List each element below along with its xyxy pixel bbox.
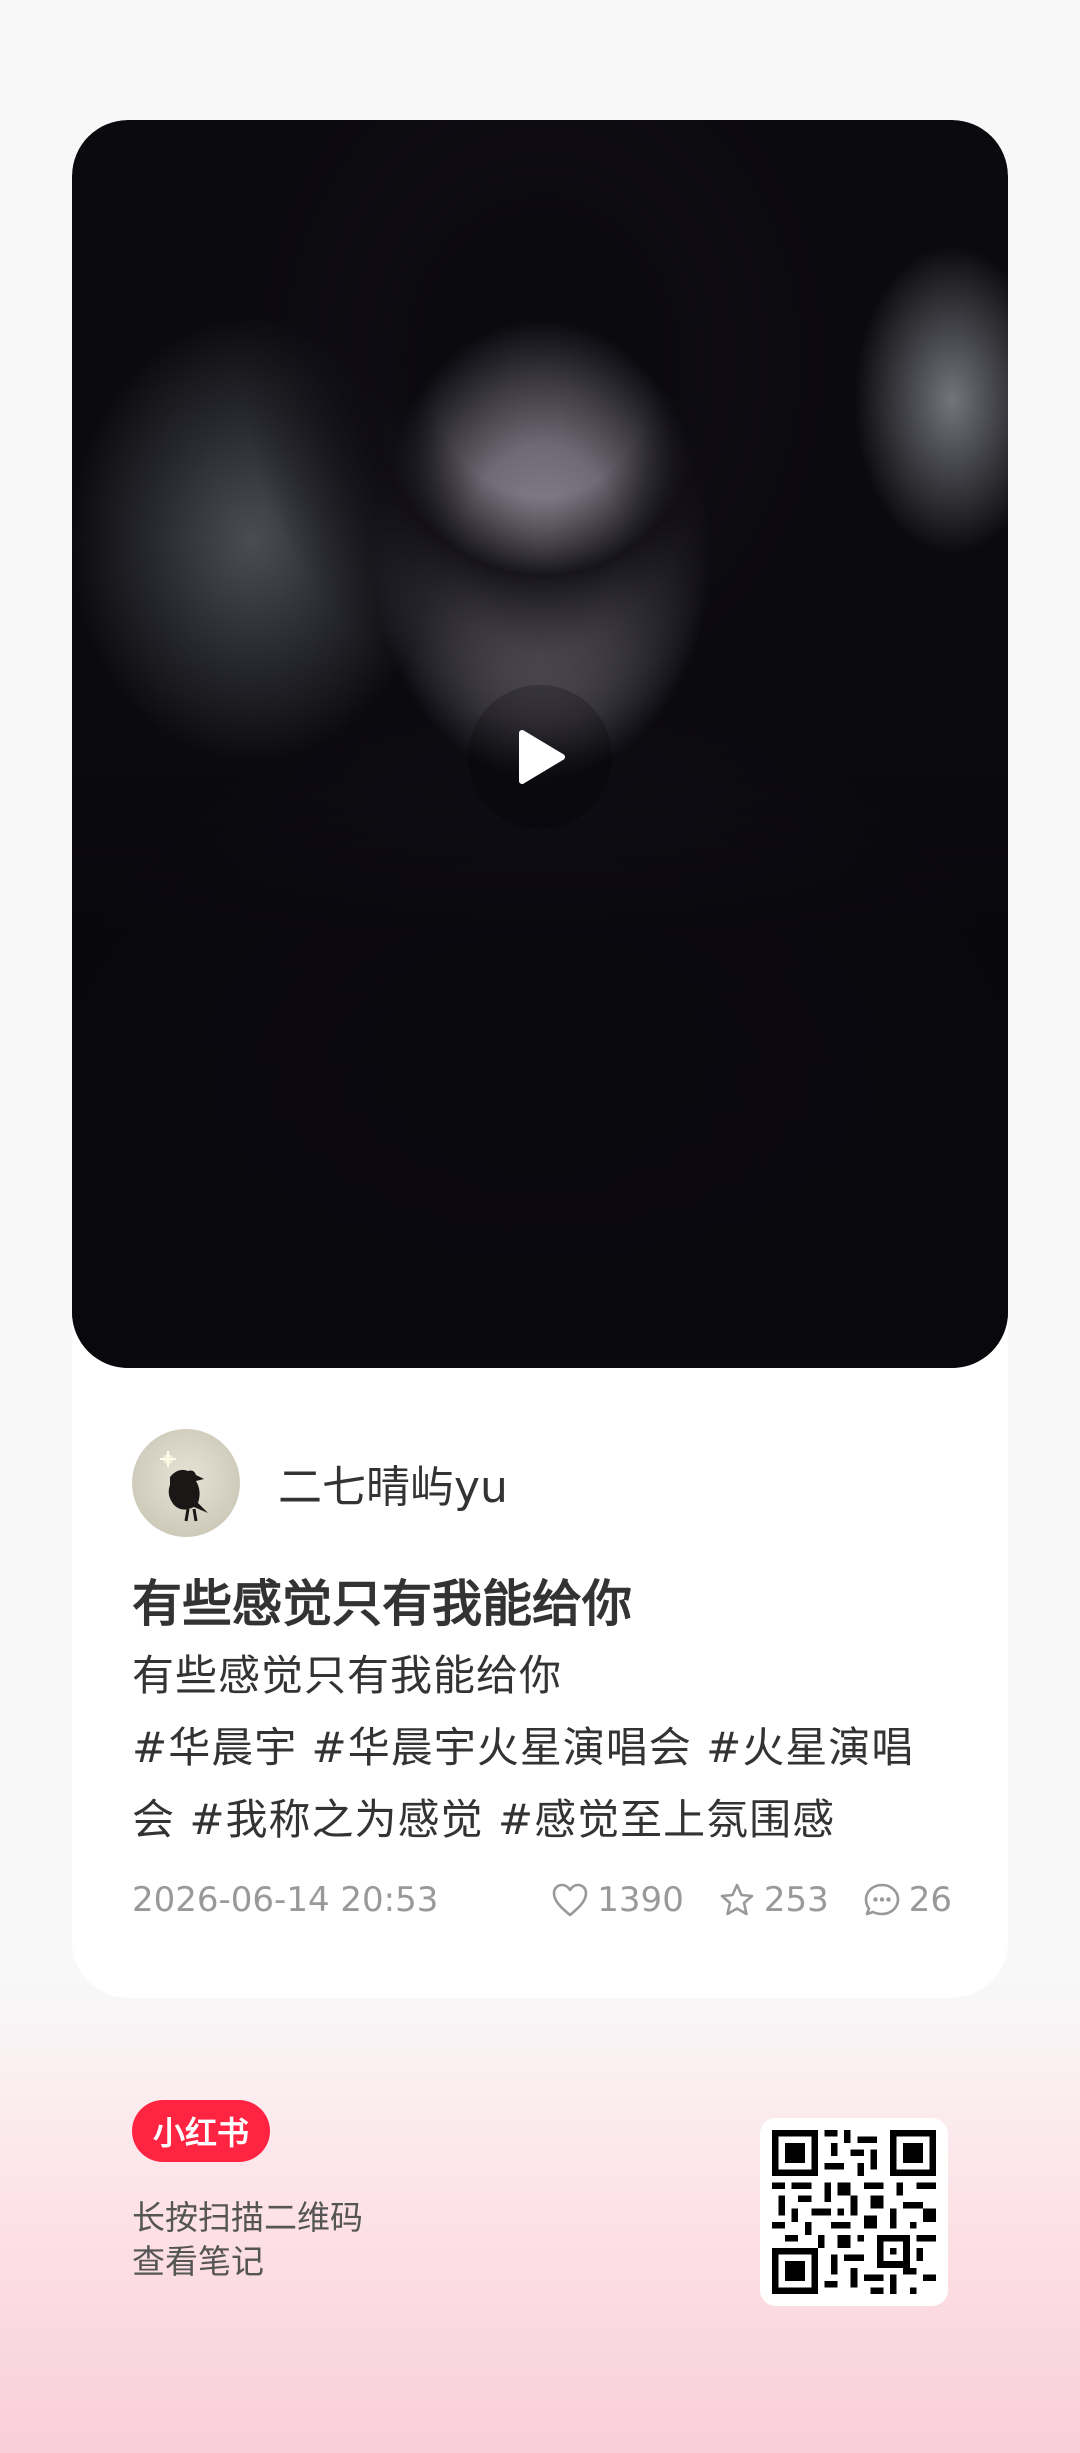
video-cover[interactable] bbox=[72, 120, 1008, 1368]
cover-shade-bottom bbox=[72, 740, 1008, 1368]
collect-count-value: 253 bbox=[763, 1880, 829, 1920]
post-date: 2026-06-14 20:53 bbox=[132, 1880, 439, 1920]
star-icon bbox=[720, 1883, 754, 1916]
play-icon bbox=[519, 730, 565, 784]
author-row[interactable]: 二七晴屿yu bbox=[132, 1428, 508, 1538]
post-body: 有些感觉只有我能给你 #华晨宇 #华晨宇火星演唱会 #火星演唱会 #我称之为感觉… bbox=[132, 1640, 952, 1856]
heart-icon bbox=[552, 1883, 588, 1917]
xiaohongshu-logo: 小红书 bbox=[132, 2100, 270, 2162]
post-tags[interactable]: #华晨宇 #华晨宇火星演唱会 #火星演唱会 #我称之为感觉 #感觉至上氛围感 bbox=[132, 1712, 952, 1856]
post-meta: 2026-06-14 20:53 1390 253 26 bbox=[132, 1876, 952, 1924]
scan-prompt-line2: 查看笔记 bbox=[132, 2242, 264, 2281]
like-count-value: 1390 bbox=[597, 1880, 684, 1920]
post-body-text: 有些感觉只有我能给你 bbox=[132, 1651, 563, 1700]
comment-bubble-icon bbox=[864, 1883, 900, 1916]
qr-code-icon bbox=[772, 2130, 936, 2294]
note-card: 二七晴屿yu 有些感觉只有我能给你 有些感觉只有我能给你 #华晨宇 #华晨宇火星… bbox=[72, 120, 1008, 1998]
play-button[interactable] bbox=[468, 685, 612, 829]
author-name[interactable]: 二七晴屿yu bbox=[278, 1451, 508, 1515]
post-title: 有些感觉只有我能给你 bbox=[132, 1575, 632, 1633]
cover-shade-top bbox=[242, 120, 842, 760]
crow-icon bbox=[160, 1451, 208, 1522]
comment-count-value: 26 bbox=[908, 1880, 952, 1920]
comment-count[interactable]: 26 bbox=[863, 1880, 952, 1920]
scan-prompt-line1: 长按扫描二维码 bbox=[132, 2198, 363, 2237]
scan-prompt: 长按扫描二维码 查看笔记 bbox=[132, 2196, 363, 2284]
qr-code[interactable] bbox=[760, 2118, 948, 2306]
collect-count[interactable]: 253 bbox=[718, 1880, 829, 1920]
like-count[interactable]: 1390 bbox=[551, 1880, 684, 1920]
avatar[interactable] bbox=[132, 1429, 240, 1537]
